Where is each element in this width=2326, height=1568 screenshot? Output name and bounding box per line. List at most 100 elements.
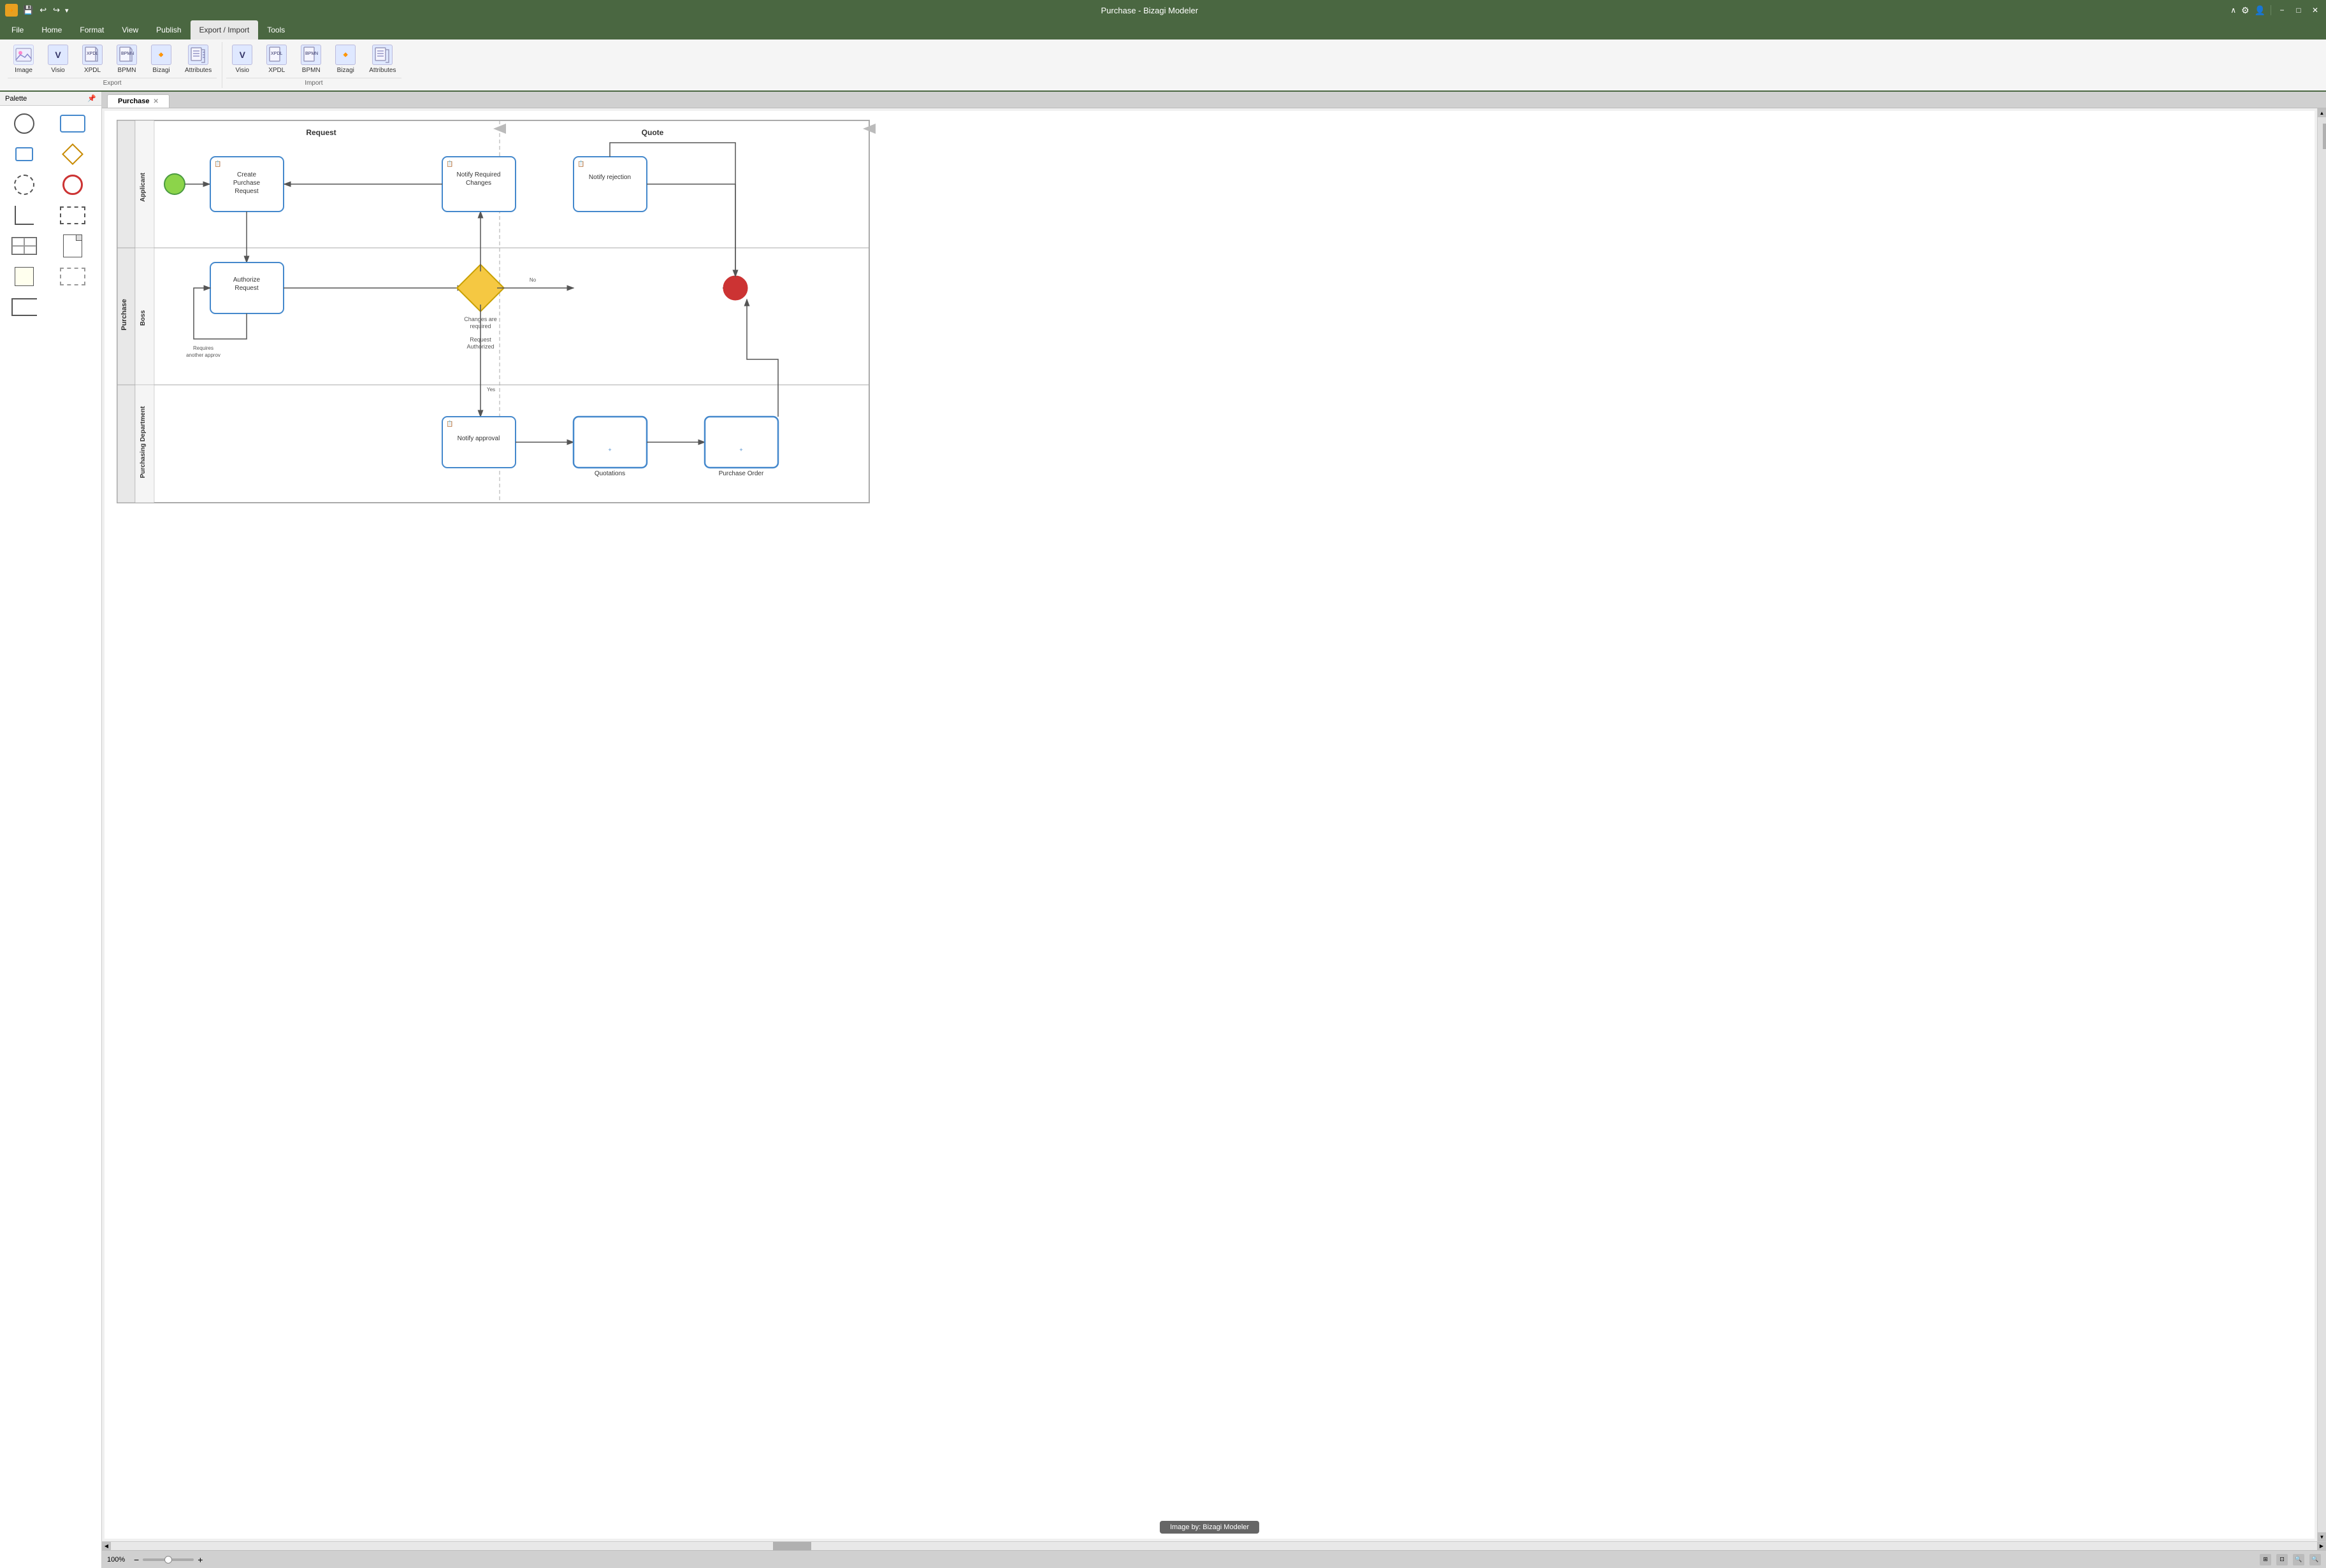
menu-publish[interactable]: Publish bbox=[147, 20, 190, 40]
scroll-up-btn[interactable]: ▲ bbox=[2318, 108, 2326, 117]
palette-header: Palette 📌 bbox=[0, 92, 101, 106]
import-visio-btn[interactable]: V Visio bbox=[226, 42, 258, 76]
svg-text:Boss: Boss bbox=[140, 310, 147, 326]
export-xpdl-btn[interactable]: XPDL XPDL bbox=[76, 42, 108, 76]
svg-text:another approv: another approv bbox=[186, 352, 220, 358]
import-group: V Visio XPDL XPDL BPMN BPMN 🔸 bbox=[224, 42, 406, 88]
export-group: Image V Visio XPDL XPDL BPMN BPMN bbox=[5, 42, 222, 88]
diagram-canvas[interactable]: Purchase Applicant Boss Purchasing Depar… bbox=[105, 111, 2315, 1539]
zoom-slider[interactable] bbox=[143, 1558, 194, 1561]
app-icon: 🔸 bbox=[5, 4, 18, 17]
menu-format[interactable]: Format bbox=[71, 20, 113, 40]
svg-text:XPDL: XPDL bbox=[87, 52, 98, 56]
scroll-down-btn[interactable]: ▼ bbox=[2318, 1532, 2326, 1541]
svg-text:📋: 📋 bbox=[446, 420, 453, 427]
tab-close-icon[interactable]: ✕ bbox=[154, 98, 159, 105]
svg-text:📋: 📋 bbox=[446, 160, 453, 167]
palette-note[interactable] bbox=[5, 264, 43, 289]
svg-text:+: + bbox=[608, 447, 611, 453]
export-bizagi-btn[interactable]: 🔸 Bizagi bbox=[145, 42, 177, 76]
export-image-btn[interactable]: Image bbox=[8, 42, 40, 76]
zoom-level: 100% bbox=[107, 1556, 130, 1564]
import-xpdl-btn[interactable]: XPDL XPDL bbox=[261, 42, 293, 76]
palette-start-event[interactable] bbox=[5, 111, 43, 136]
quick-save[interactable]: 💾 bbox=[22, 4, 34, 17]
svg-text:Request: Request bbox=[235, 285, 258, 292]
quick-redo[interactable]: ↪ bbox=[52, 4, 61, 17]
palette-items bbox=[0, 106, 101, 325]
tabs-bar: Purchase ✕ bbox=[102, 92, 2326, 108]
right-scrollbar[interactable]: ▲ ▼ bbox=[2317, 108, 2326, 1541]
menu-file[interactable]: File bbox=[3, 20, 33, 40]
svg-text:Authorize: Authorize bbox=[233, 277, 261, 284]
svg-text:Authorized: Authorized bbox=[466, 343, 494, 350]
svg-text:No: No bbox=[530, 277, 537, 283]
scroll-left-btn[interactable]: ◀ bbox=[102, 1542, 111, 1551]
tab-purchase[interactable]: Purchase ✕ bbox=[107, 94, 170, 108]
svg-text:Quote: Quote bbox=[642, 128, 664, 137]
collapse-ribbon-btn[interactable]: ∧ bbox=[2230, 6, 2236, 15]
svg-text:Notify approval: Notify approval bbox=[458, 435, 500, 442]
export-visio-btn[interactable]: V Visio bbox=[42, 42, 74, 76]
palette-intermediate-event[interactable] bbox=[5, 172, 43, 198]
palette-pin-icon[interactable]: 📌 bbox=[87, 94, 96, 103]
zoom-in-icon[interactable]: 🔍 bbox=[2293, 1554, 2304, 1565]
svg-text:+: + bbox=[739, 447, 742, 453]
zoom-minus-btn[interactable]: − bbox=[134, 1555, 139, 1565]
palette-end-event[interactable] bbox=[54, 172, 92, 198]
zoom-plus-btn[interactable]: + bbox=[198, 1555, 203, 1565]
zoom-out-icon[interactable]: 🔍 bbox=[2309, 1554, 2321, 1565]
fit-icon[interactable]: ⊡ bbox=[2276, 1554, 2288, 1565]
menu-view[interactable]: View bbox=[113, 20, 147, 40]
app-title: Purchase - Bizagi Modeler bbox=[69, 6, 2231, 15]
menu-export-import[interactable]: Export / Import bbox=[191, 20, 259, 40]
horizontal-scrollbar[interactable]: ◀ ▶ bbox=[102, 1541, 2326, 1550]
palette-dashed-rect[interactable] bbox=[54, 203, 92, 228]
minimize-btn[interactable]: − bbox=[2276, 4, 2288, 16]
palette-corner[interactable] bbox=[5, 203, 43, 228]
palette-panel: Palette 📌 bbox=[0, 92, 102, 1568]
scroll-right-btn[interactable]: ▶ bbox=[2317, 1542, 2326, 1551]
palette-title: Palette bbox=[5, 95, 27, 103]
palette-sub-process[interactable] bbox=[5, 141, 43, 167]
menu-home[interactable]: Home bbox=[33, 20, 71, 40]
status-bar: 100% − + ⊞ ⊡ 🔍 🔍 bbox=[102, 1550, 2326, 1568]
settings-btn[interactable]: ⚙ bbox=[2241, 5, 2250, 16]
svg-text:XPDL: XPDL bbox=[271, 52, 282, 56]
svg-text:required: required bbox=[470, 323, 491, 329]
close-btn[interactable]: ✕ bbox=[2309, 4, 2321, 16]
svg-text:BPMN: BPMN bbox=[305, 52, 318, 56]
svg-text:Yes: Yes bbox=[487, 387, 495, 392]
svg-text:Notify rejection: Notify rejection bbox=[589, 174, 631, 181]
import-attributes-btn[interactable]: Attributes bbox=[364, 42, 401, 76]
export-group-label: Export bbox=[8, 78, 217, 88]
palette-dashed-box[interactable] bbox=[54, 264, 92, 289]
svg-text:Changes are: Changes are bbox=[464, 316, 497, 322]
svg-text:Request: Request bbox=[235, 188, 258, 195]
import-bizagi-btn[interactable]: 🔸 Bizagi bbox=[329, 42, 361, 76]
svg-text:Requires: Requires bbox=[193, 345, 213, 351]
svg-text:Changes: Changes bbox=[466, 180, 491, 187]
svg-text:Create: Create bbox=[237, 171, 256, 178]
palette-annotation[interactable] bbox=[5, 294, 43, 320]
svg-text:Request: Request bbox=[470, 336, 491, 343]
svg-text:📋: 📋 bbox=[577, 160, 584, 167]
import-bpmn-btn[interactable]: BPMN BPMN bbox=[295, 42, 327, 76]
quick-undo[interactable]: ↩ bbox=[38, 4, 48, 17]
svg-text:Purchase Order: Purchase Order bbox=[719, 470, 764, 477]
svg-text:Quotations: Quotations bbox=[595, 470, 625, 477]
export-attributes-btn[interactable]: Attributes bbox=[180, 42, 217, 76]
maximize-btn[interactable]: □ bbox=[2293, 4, 2304, 16]
svg-text:Request: Request bbox=[306, 128, 336, 137]
palette-table[interactable] bbox=[5, 233, 43, 259]
watermark: Image by: Bizagi Modeler bbox=[1160, 1521, 1259, 1534]
user-btn[interactable]: 👤 bbox=[2255, 5, 2265, 16]
svg-text:Notify Required: Notify Required bbox=[457, 171, 501, 178]
palette-gateway[interactable] bbox=[54, 141, 92, 167]
palette-task[interactable] bbox=[54, 111, 92, 136]
palette-page[interactable] bbox=[54, 233, 92, 259]
svg-text:📋: 📋 bbox=[214, 160, 221, 167]
menu-tools[interactable]: Tools bbox=[258, 20, 294, 40]
grid-icon[interactable]: ⊞ bbox=[2260, 1554, 2271, 1565]
export-bpmn-btn[interactable]: BPMN BPMN bbox=[111, 42, 143, 76]
